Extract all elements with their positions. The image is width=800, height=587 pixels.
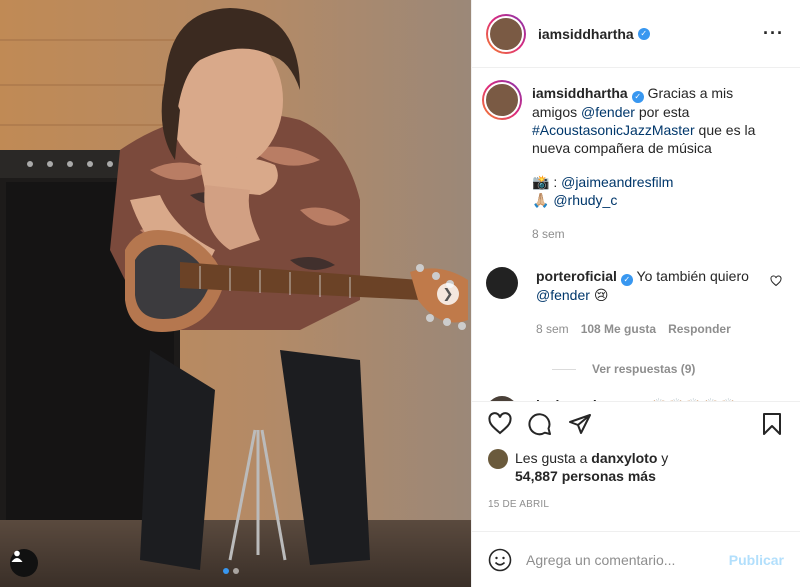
post-side-panel: iamsiddhartha ✓ ··· iamsiddhartha ✓ Graci… xyxy=(471,0,800,587)
mention-rhudy[interactable]: @rhudy_c xyxy=(553,192,617,208)
comment-item: porteroficial ✓ Yo también quiero @fender… xyxy=(486,267,784,338)
comment-likes[interactable]: 108 Me gusta xyxy=(581,320,656,338)
replies-divider xyxy=(552,368,576,370)
camera-emoji: 📸 : xyxy=(532,174,558,190)
verified-icon: ✓ xyxy=(620,274,633,286)
comment-body: Yo también quiero xyxy=(636,268,749,284)
share-icon[interactable] xyxy=(568,412,592,436)
liker-username[interactable]: danxyloto xyxy=(591,450,657,466)
likes-prefix: Les gusta a xyxy=(515,450,588,466)
comment-avatar[interactable] xyxy=(486,267,518,299)
comment-avatar[interactable] xyxy=(486,396,518,401)
bookmark-icon[interactable] xyxy=(760,412,784,436)
likes-text: Les gusta a danxyloto y 54,887 personas … xyxy=(515,449,668,485)
caption-text-2: por esta xyxy=(638,104,690,120)
mention-fender[interactable]: @fender xyxy=(536,287,590,303)
comment-icon[interactable] xyxy=(528,412,552,436)
user-tag-icon[interactable] xyxy=(10,549,38,577)
mention-fender[interactable]: @fender xyxy=(581,104,635,120)
action-bar xyxy=(472,401,800,445)
heart-icon[interactable] xyxy=(488,411,512,436)
view-replies-label[interactable]: Ver respuestas (9) xyxy=(592,362,695,376)
caption-username[interactable]: iamsiddhartha xyxy=(532,85,628,101)
photo-illustration xyxy=(0,0,471,587)
mention-jaimeandresfilm[interactable]: @jaimeandresfilm xyxy=(561,174,673,190)
comment-emoji: 🙌🏼🙌🏼🙌🏼🙌🏼🙌🏼 xyxy=(650,397,737,401)
caption-meta: 8 sem xyxy=(532,225,762,243)
comment-meta: 8 sem 108 Me gusta Responder xyxy=(536,320,766,338)
caption-time[interactable]: 8 sem xyxy=(532,225,565,243)
post-modal: ❯ iamsiddhartha ✓ ··· iamsiddhartha ✓ Gra… xyxy=(0,0,800,587)
comments-section: iamsiddhartha ✓ Gracias a mis amigos @fen… xyxy=(472,68,800,401)
likes-count[interactable]: 54,887 personas más xyxy=(515,468,656,484)
caption-avatar[interactable] xyxy=(482,80,522,120)
comment-username[interactable]: javier_minano xyxy=(536,397,630,401)
view-replies[interactable]: Ver respuestas (9) xyxy=(552,362,784,376)
carousel-dots xyxy=(223,568,239,574)
carousel-dot-active xyxy=(223,568,229,574)
likes-summary: Les gusta a danxyloto y 54,887 personas … xyxy=(472,445,800,485)
post-header: iamsiddhartha ✓ ··· xyxy=(472,0,800,68)
comment-emoji: 😢 xyxy=(593,287,609,303)
comment-item: javier_minano✓ 🙌🏼🙌🏼🙌🏼🙌🏼🙌🏼 xyxy=(486,396,784,401)
comment-text: javier_minano✓ 🙌🏼🙌🏼🙌🏼🙌🏼🙌🏼 xyxy=(536,396,766,401)
comment-time[interactable]: 8 sem xyxy=(536,320,569,338)
comment-text: porteroficial ✓ Yo también quiero @fender… xyxy=(536,267,766,338)
next-arrow-icon[interactable]: ❯ xyxy=(437,283,459,305)
liker-avatar[interactable] xyxy=(488,449,508,469)
emoji-icon[interactable] xyxy=(488,548,512,572)
post-username[interactable]: iamsiddhartha xyxy=(538,26,634,42)
post-date[interactable]: 15 DE ABRIL xyxy=(472,485,800,531)
post-photo[interactable]: ❯ xyxy=(0,0,471,587)
reply-button[interactable]: Responder xyxy=(668,320,731,338)
avatar[interactable] xyxy=(486,13,526,54)
caption-text: iamsiddhartha ✓ Gracias a mis amigos @fen… xyxy=(532,84,762,243)
verified-icon: ✓ xyxy=(631,91,644,103)
likes-mid: y xyxy=(661,450,669,466)
more-icon[interactable]: ··· xyxy=(763,23,784,44)
publish-button[interactable]: Publicar xyxy=(729,552,784,568)
heart-icon[interactable] xyxy=(770,275,782,287)
carousel-dot xyxy=(233,568,239,574)
pray-emoji: 🙏🏼 xyxy=(532,192,550,208)
caption: iamsiddhartha ✓ Gracias a mis amigos @fen… xyxy=(482,80,784,243)
comment-input[interactable]: Agrega un comentario... xyxy=(526,552,729,568)
hashtag[interactable]: #AcoustasonicJazzMaster xyxy=(532,122,695,138)
verified-icon: ✓ xyxy=(637,27,650,40)
add-comment-bar: Agrega un comentario... Publicar xyxy=(472,531,800,587)
comment-username[interactable]: porteroficial xyxy=(536,268,617,284)
